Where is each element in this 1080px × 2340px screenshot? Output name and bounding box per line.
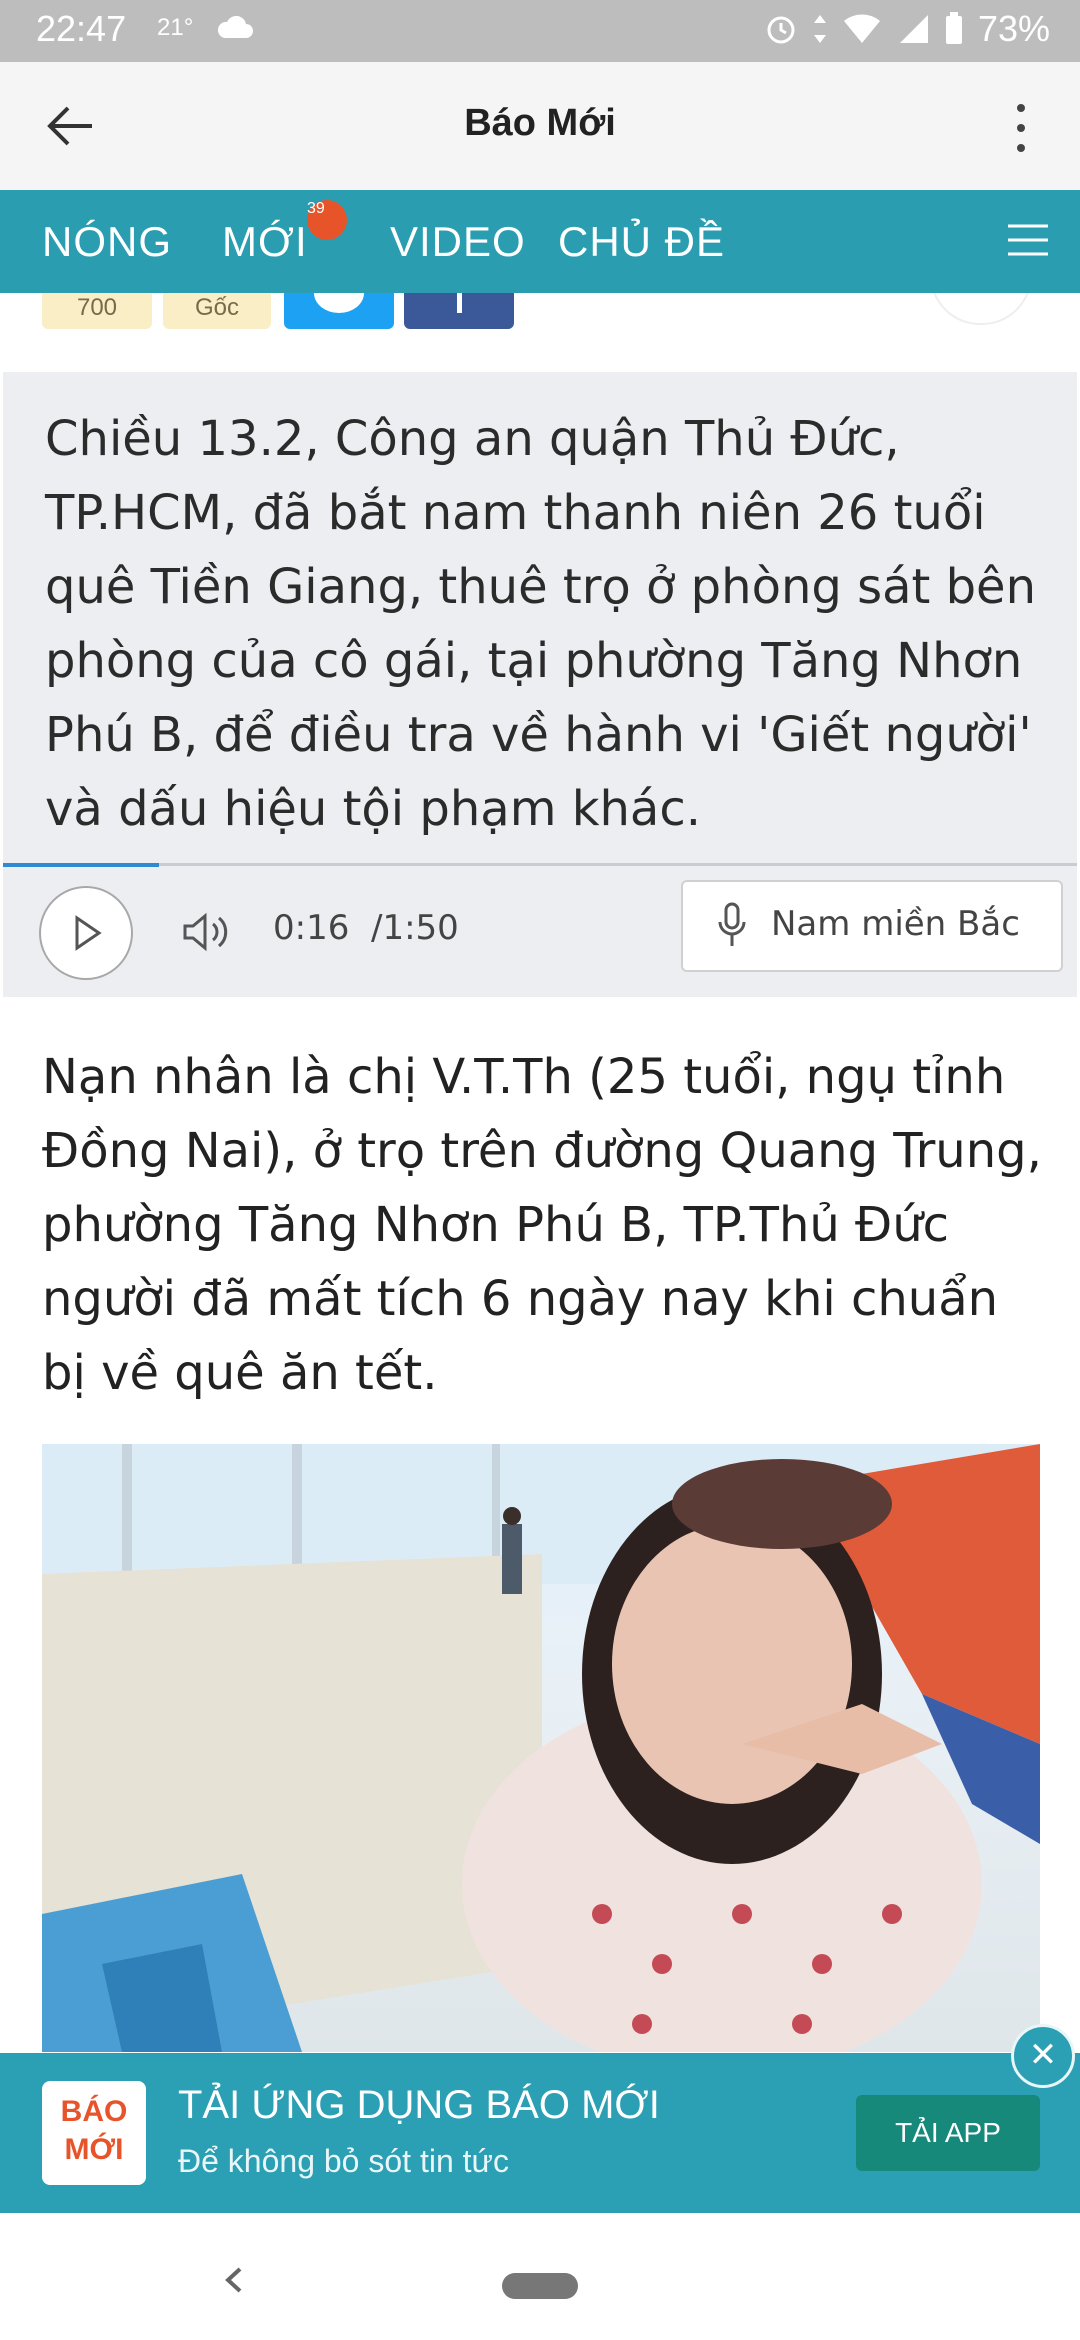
- close-banner-button[interactable]: ✕: [1011, 2024, 1075, 2088]
- page-title: Báo Mới: [464, 102, 616, 144]
- article-photo: [42, 1444, 1040, 2052]
- facebook-icon: [457, 293, 462, 313]
- messenger-icon: [314, 293, 364, 313]
- voice-label: Nam miền Bắc: [771, 904, 1020, 944]
- hamburger-menu-icon[interactable]: [1006, 220, 1050, 260]
- data-arrows-icon: [813, 15, 826, 43]
- voice-select-button[interactable]: Nam miền Bắc: [681, 880, 1063, 972]
- status-bar: 22:47 21° 73%: [0, 0, 1080, 62]
- battery-icon: [945, 12, 962, 44]
- wifi-icon: [843, 14, 880, 44]
- tab-nong[interactable]: NÓNG: [42, 218, 172, 266]
- messenger-share-button[interactable]: [284, 293, 394, 329]
- count-pill[interactable]: 700: [42, 293, 152, 329]
- source-pill[interactable]: Gốc: [163, 293, 271, 329]
- banner-subtitle: Để không bỏ sót tin tức: [178, 2143, 509, 2179]
- tab-chu-de[interactable]: CHỦ ĐỀ: [558, 218, 725, 266]
- logo-line-2: MỚI: [64, 2133, 124, 2166]
- system-nav-bar: [0, 2213, 1080, 2340]
- article-paragraph: Nạn nhân là chị V.T.Th (25 tuổi, ngụ tỉn…: [42, 1049, 1042, 1401]
- category-nav: NÓNG MỚI VIDEO CHỦ ĐỀ: [0, 190, 1080, 293]
- status-time: 22:47: [36, 8, 127, 49]
- app-bar: Báo Mới: [0, 62, 1080, 191]
- system-back-icon[interactable]: [220, 2265, 250, 2295]
- audio-progress-track[interactable]: [3, 863, 1077, 866]
- banner-title: TẢI ỨNG DỤNG BÁO MỚI: [178, 2083, 660, 2127]
- audio-progress-fill: [3, 863, 159, 867]
- battery-percent: 73%: [977, 8, 1050, 49]
- audio-player: 0:16 /1:50 Nam miền Bắc: [3, 868, 1077, 997]
- download-app-button[interactable]: TẢI APP: [856, 2095, 1040, 2171]
- tab-video[interactable]: VIDEO: [390, 218, 526, 266]
- app-promo-banner: BÁO MỚI TẢI ỨNG DỤNG BÁO MỚI Để không bỏ…: [0, 2053, 1080, 2213]
- volume-icon[interactable]: [181, 912, 231, 952]
- play-icon: [75, 915, 102, 951]
- facebook-share-button[interactable]: [404, 293, 514, 329]
- audio-total-time: /1:50: [370, 908, 459, 948]
- new-count-badge: 39: [307, 200, 347, 240]
- microphone-icon: [718, 902, 746, 946]
- article-summary-box: Chiều 13.2, Công an quận Thủ Đức, TP.HCM…: [3, 372, 1077, 997]
- status-temperature: 21°: [157, 14, 194, 41]
- baomoi-logo: BÁO MỚI: [42, 2081, 146, 2185]
- alarm-icon: [767, 16, 795, 44]
- photo-scene: [42, 1444, 1040, 2052]
- bookmark-circle-button[interactable]: [930, 293, 1032, 325]
- summary-text: Chiều 13.2, Công an quận Thủ Đức, TP.HCM…: [45, 411, 1037, 837]
- tab-moi[interactable]: MỚI: [222, 218, 308, 266]
- article-actions: 700 Gốc: [0, 293, 1080, 341]
- status-right-group: 73%: [764, 8, 1050, 50]
- home-pill-button[interactable]: [502, 2273, 578, 2299]
- signal-icon: [899, 15, 928, 43]
- audio-current-time: 0:16: [273, 908, 350, 948]
- audio-time: 0:16 /1:50: [273, 908, 459, 948]
- play-button[interactable]: [39, 886, 133, 980]
- cloud-icon: [217, 16, 253, 38]
- more-options-icon[interactable]: [1006, 100, 1036, 156]
- logo-line-1: BÁO: [60, 2095, 128, 2128]
- logo-text: BÁO MỚI: [42, 2093, 146, 2169]
